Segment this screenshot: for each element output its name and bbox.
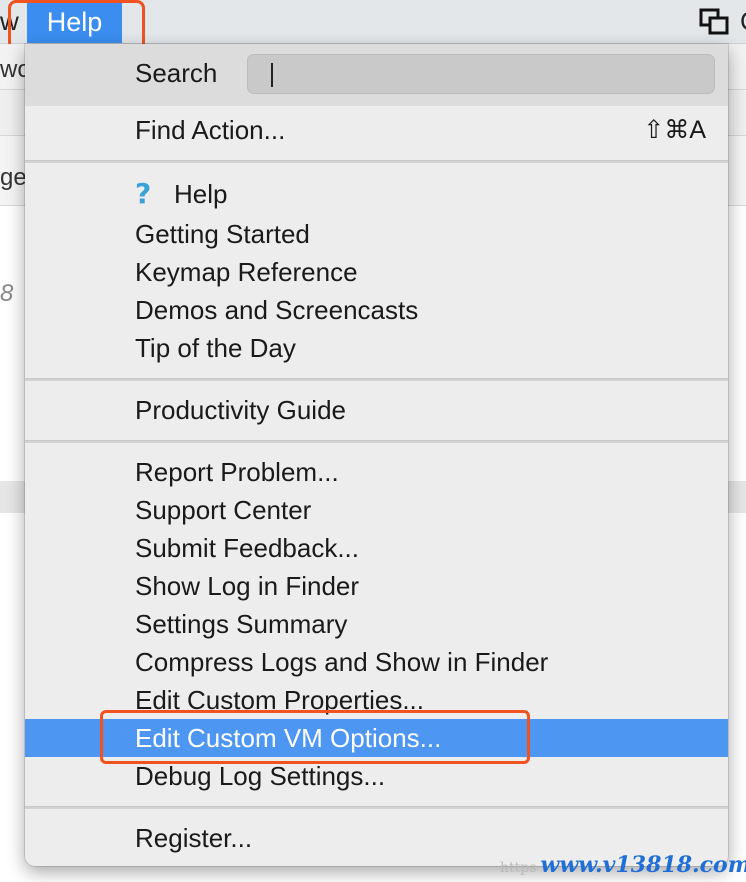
menu-item-label: Keymap Reference bbox=[135, 257, 358, 287]
question-mark-icon: ? bbox=[135, 177, 152, 210]
search-label: Search bbox=[135, 58, 218, 88]
menu-item-label: Debug Log Settings... bbox=[135, 761, 386, 791]
menu-item-settings-summary[interactable]: Settings Summary bbox=[25, 605, 728, 643]
menu-item-edit-custom-properties[interactable]: Edit Custom Properties... bbox=[25, 681, 728, 717]
menu-item-label: Compress Logs and Show in Finder bbox=[135, 647, 549, 677]
menu-separator bbox=[25, 806, 728, 809]
menu-item-label: Submit Feedback... bbox=[135, 533, 359, 563]
watermark-ghost-text: https bbox=[500, 860, 537, 876]
menu-item-help[interactable]: ? Help bbox=[25, 175, 728, 213]
keyboard-shortcut: ⇧⌘A bbox=[643, 116, 706, 144]
search-input[interactable] bbox=[247, 54, 715, 94]
line-number: 8 bbox=[0, 280, 14, 307]
tray-item-partial[interactable]: C bbox=[740, 6, 746, 37]
menu-item-label: Edit Custom Properties... bbox=[135, 685, 424, 715]
menu-item-support-center[interactable]: Support Center bbox=[25, 491, 728, 529]
watermark-text: www.v13818.com bbox=[540, 852, 746, 878]
watermark: https www.v13818.com bbox=[500, 852, 746, 878]
menu-item-tip-of-the-day[interactable]: Tip of the Day bbox=[25, 329, 728, 367]
menu-item-label: Edit Custom VM Options... bbox=[135, 723, 442, 753]
menu-item-submit-feedback[interactable]: Submit Feedback... bbox=[25, 529, 728, 567]
menu-item-compress-logs[interactable]: Compress Logs and Show in Finder bbox=[25, 643, 728, 681]
menu-item-label: Help bbox=[174, 179, 228, 209]
menu-item-find-action[interactable]: Find Action... ⇧⌘A bbox=[25, 111, 728, 149]
menu-item-label: Support Center bbox=[135, 495, 312, 525]
menu-separator bbox=[25, 378, 728, 381]
menu-item-label: Demos and Screencasts bbox=[135, 295, 419, 325]
menu-item-label: Settings Summary bbox=[135, 609, 348, 639]
menu-item-demos-and-screencasts[interactable]: Demos and Screencasts bbox=[25, 291, 728, 329]
menu-item-show-log-in-finder[interactable]: Show Log in Finder bbox=[25, 567, 728, 605]
menu-bar: w Help C bbox=[0, 0, 746, 55]
menu-item-keymap-reference[interactable]: Keymap Reference bbox=[25, 253, 728, 291]
menu-help[interactable]: Help bbox=[27, 2, 122, 43]
menu-bar-item-partial[interactable]: w bbox=[0, 6, 19, 37]
menu-search-row: Search bbox=[25, 44, 728, 106]
menu-item-report-problem[interactable]: Report Problem... bbox=[25, 453, 728, 491]
menu-separator bbox=[25, 160, 728, 163]
menu-item-label: Show Log in Finder bbox=[135, 571, 360, 601]
menu-item-debug-log-settings[interactable]: Debug Log Settings... bbox=[25, 757, 728, 795]
menu-item-label: Register... bbox=[135, 823, 253, 853]
menu-item-getting-started[interactable]: Getting Started bbox=[25, 215, 728, 253]
menu-item-label: Find Action... bbox=[135, 115, 286, 145]
menu-item-label: Tip of the Day bbox=[135, 333, 296, 363]
menu-item-label: Productivity Guide bbox=[135, 395, 346, 425]
menu-item-label: Report Problem... bbox=[135, 457, 339, 487]
menu-separator bbox=[25, 440, 728, 443]
menu-item-edit-custom-vm-options[interactable]: Edit Custom VM Options... bbox=[25, 719, 728, 757]
menu-item-label: Getting Started bbox=[135, 219, 310, 249]
menu-item-productivity-guide[interactable]: Productivity Guide bbox=[25, 391, 728, 429]
text-caret bbox=[271, 63, 273, 87]
window-overlap-icon[interactable] bbox=[699, 8, 729, 36]
help-dropdown-menu: Search Find Action... ⇧⌘A ? Help Getting… bbox=[25, 44, 728, 866]
